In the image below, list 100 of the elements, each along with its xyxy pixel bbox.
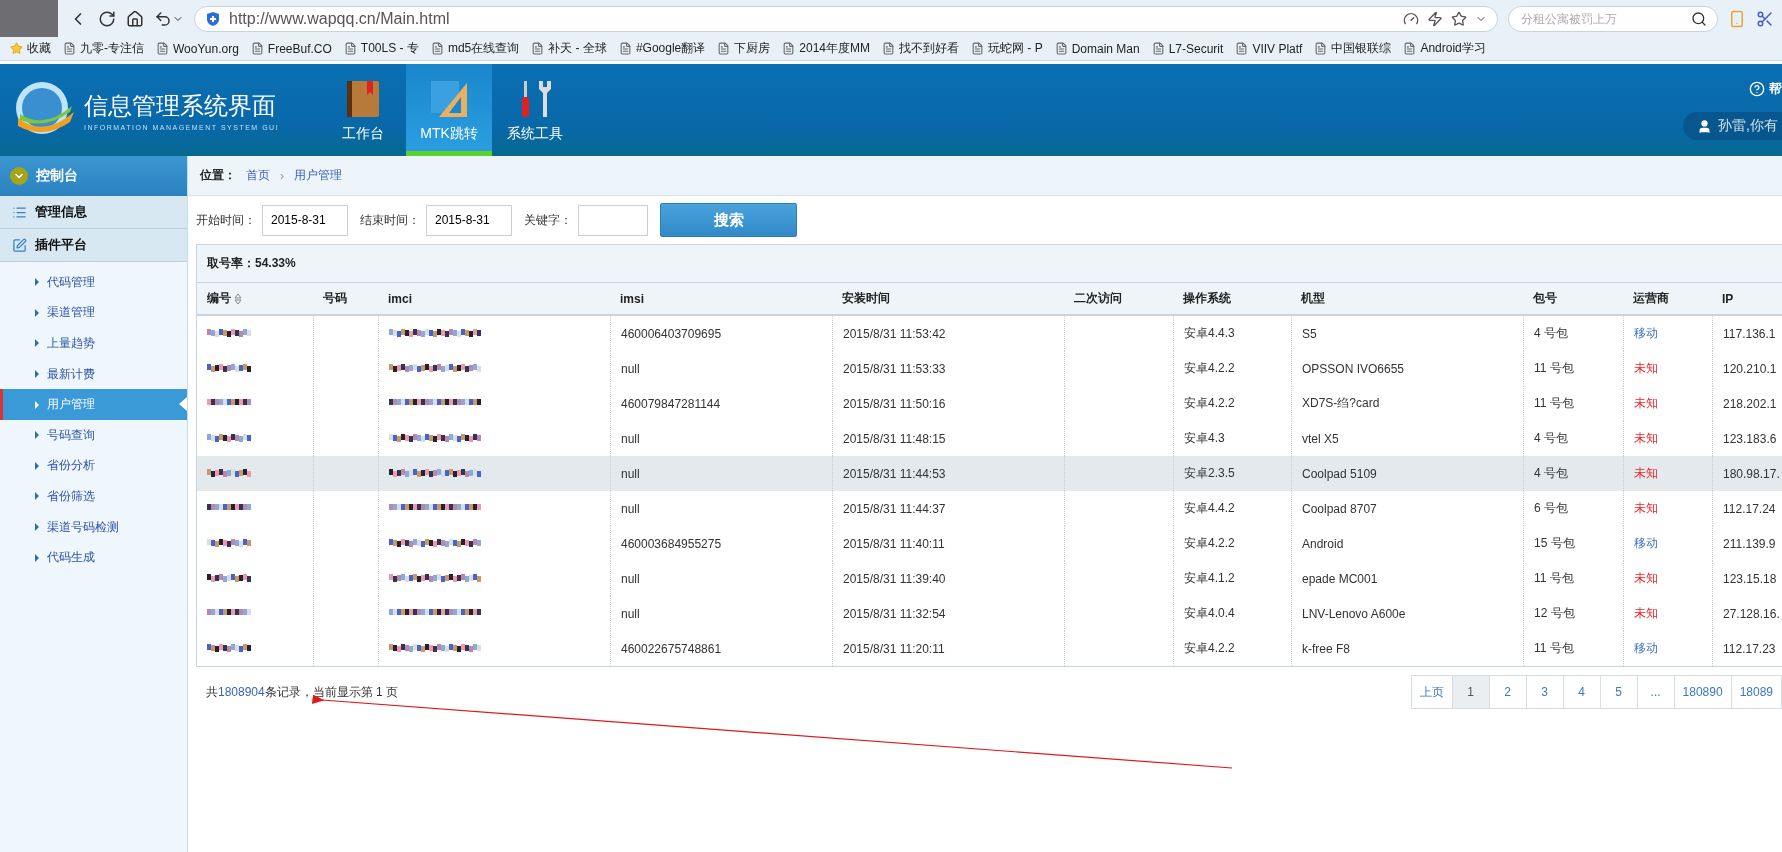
page-icon	[250, 42, 264, 55]
breadcrumb-separator: ›	[280, 168, 284, 183]
page-icon	[970, 42, 984, 55]
sidebar-item[interactable]: 渠道号码检测	[0, 511, 187, 543]
app-title: 信息管理系统界面	[84, 90, 277, 121]
dropdown-icon	[10, 167, 28, 185]
sidebar-item[interactable]: 代码管理	[0, 267, 187, 298]
bookmark-link[interactable]: Domain Man	[1054, 41, 1140, 56]
redacted-mosaic	[207, 539, 251, 548]
redacted-mosaic	[207, 609, 251, 618]
reload-icon[interactable]	[98, 9, 116, 28]
bookmark-link[interactable]: md5在线查询	[430, 40, 520, 57]
bookmark-link[interactable]: L7-Securit	[1151, 41, 1224, 56]
ruler-icon	[429, 78, 469, 119]
bookmark-link[interactable]: 九零-专注信	[63, 40, 144, 57]
bookmark-link[interactable]: WooYun.org	[156, 41, 239, 56]
star-icon	[10, 42, 23, 55]
bookmark-link[interactable]: 补天 - 全球	[531, 40, 607, 57]
bookmark-link[interactable]: 中国银联综	[1314, 40, 1392, 57]
redacted-mosaic	[207, 504, 251, 513]
column-header[interactable]: imci	[378, 283, 610, 316]
sidebar-section[interactable]: 管理信息	[0, 196, 187, 229]
gauge-icon[interactable]	[1403, 10, 1419, 27]
page-icon	[1054, 42, 1068, 55]
breadcrumb-link[interactable]: 用户管理	[294, 167, 342, 184]
column-header[interactable]: IP	[1712, 283, 1782, 316]
bookmark-link[interactable]: 下厨房	[717, 40, 771, 57]
home-icon[interactable]	[126, 9, 144, 28]
column-header[interactable]: 二次访问	[1064, 283, 1173, 316]
star-icon[interactable]	[1451, 10, 1467, 27]
section-label: 管理信息	[35, 203, 87, 221]
bookmark-link[interactable]: VIIV Platf	[1235, 41, 1303, 56]
carrier-cell: 未知	[1623, 456, 1712, 491]
field-label: 结束时间：	[360, 211, 420, 229]
table-cell: 180.98.17.	[1712, 456, 1782, 491]
page-icon	[156, 42, 169, 55]
sidebar-item[interactable]: 上量趋势	[0, 328, 187, 359]
end-date-field[interactable]: 2015-8-31	[426, 204, 512, 236]
sidebar-item[interactable]: 省份筛选	[0, 481, 187, 512]
redacted-mosaic	[207, 364, 251, 373]
edit-icon	[12, 237, 27, 253]
sidebar-section[interactable]: 插件平台	[0, 229, 187, 262]
page-icon	[717, 42, 731, 55]
table-cell: 27.128.16.	[1712, 596, 1782, 631]
scissors-icon[interactable]	[1756, 9, 1774, 28]
page-icon	[782, 42, 796, 55]
column-header[interactable]: 号码	[313, 283, 378, 316]
keyword-field[interactable]	[578, 204, 648, 236]
section-label: 插件平台	[35, 236, 87, 254]
page-icon	[531, 42, 545, 55]
bookmark-link[interactable]: Android学习	[1403, 40, 1486, 57]
field-label: 开始时间：	[196, 211, 256, 229]
user-icon	[1697, 118, 1713, 134]
page-icon	[343, 42, 357, 55]
start-date-field[interactable]: 2015-8-31	[262, 204, 348, 236]
table-cell: 2015/8/31 11:44:53	[832, 456, 1064, 491]
user-name: 孙雷,你有	[1718, 117, 1778, 135]
bookmark-link[interactable]: #Google翻译	[618, 40, 706, 57]
page-icon	[881, 42, 895, 55]
table-cell: Coolpad 5109	[1291, 456, 1523, 491]
redacted-mosaic	[207, 574, 251, 583]
nav-tab[interactable]: 工作台	[320, 64, 406, 156]
nav-tab[interactable]: 系统工具	[492, 64, 578, 156]
page-icon	[430, 42, 444, 55]
redacted-mosaic	[207, 399, 251, 408]
page-button[interactable]: 1	[1452, 676, 1490, 708]
column-header[interactable]: imsi	[610, 283, 832, 316]
breadcrumb-link[interactable]: 首页	[246, 167, 270, 184]
sidebar-item[interactable]: 最新计费	[0, 358, 187, 390]
column-header[interactable]: 包号	[1523, 283, 1623, 316]
field-label: 关键字：	[524, 211, 572, 229]
column-header[interactable]: 机型	[1291, 283, 1523, 316]
rate-text: 取号率：54.33%	[197, 245, 1782, 283]
bookmark-link[interactable]: 玩蛇网 - P	[970, 40, 1043, 57]
bookmark-link[interactable]: 收藏	[10, 40, 51, 57]
column-header[interactable]: 运营商	[1623, 283, 1712, 316]
search-box[interactable]: 分租公寓被罚上万	[1508, 5, 1718, 32]
sidebar-item[interactable]: 省份分析	[0, 450, 187, 482]
table-cell: 安卓2.3.5	[1173, 456, 1291, 491]
search-icon[interactable]	[1691, 10, 1707, 27]
bookmark-link[interactable]: FreeBuf.CO	[250, 41, 332, 56]
bookmark-link[interactable]: T00LS - 专	[343, 40, 419, 57]
table-cell: 4 号包	[1523, 456, 1623, 491]
column-header[interactable]: 安装时间	[832, 283, 1064, 316]
column-header[interactable]: 操作系统	[1173, 283, 1291, 316]
page-icon	[1235, 42, 1249, 55]
bookmark-link[interactable]: 找不到好看	[881, 40, 959, 57]
sidebar-title-text: 控制台	[36, 167, 78, 185]
help-link[interactable]: 帮	[1749, 80, 1782, 98]
column-header[interactable]: 编号	[197, 283, 313, 316]
bookmark-link[interactable]: 2014年度MM	[782, 40, 870, 57]
sidebar-item[interactable]: 渠道管理	[0, 297, 187, 329]
sidebar-item[interactable]: 号码查询	[0, 419, 187, 451]
lightning-icon[interactable]	[1427, 10, 1443, 27]
undo-icon[interactable]	[154, 9, 172, 28]
sidebar-item[interactable]: 代码生成	[0, 542, 187, 573]
record-count-link[interactable]: 1808904	[218, 684, 265, 699]
book-icon	[345, 78, 381, 119]
sort-icon	[234, 292, 242, 305]
address-bar[interactable]: http://www.wapqq.cn/Main.html	[194, 5, 1498, 32]
